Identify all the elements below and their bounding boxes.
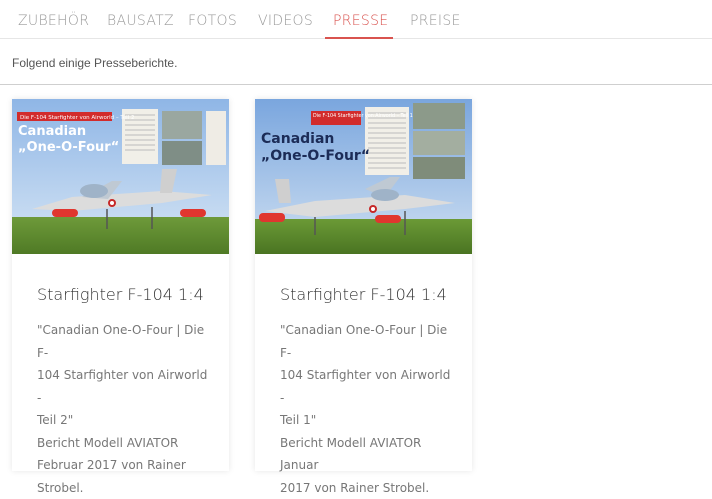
press-thumbnail[interactable]: Die F-104 Starfighter von Airworld – Tei… xyxy=(12,99,229,254)
tab-videos[interactable]: VIDEOS xyxy=(258,13,313,29)
active-tab-indicator xyxy=(325,37,393,39)
tab-zubehoer[interactable]: ZUBEHÖR xyxy=(18,13,89,29)
press-thumbnail[interactable]: Die F-104 Starfighter von Airworld – Tei… xyxy=(255,99,472,254)
press-title[interactable]: Starfighter F-104 1:4 xyxy=(280,285,447,304)
press-title[interactable]: Starfighter F-104 1:4 xyxy=(37,285,204,304)
svg-text:„One-O-Four“: „One-O-Four“ xyxy=(18,140,119,155)
svg-text:„One-O-Four“: „One-O-Four“ xyxy=(261,148,370,164)
magazine-page-image: Die F-104 Starfighter von Airworld – Tei… xyxy=(12,99,229,254)
svg-text:Die F-104 Starfighter von Airw: Die F-104 Starfighter von Airworld – Tei… xyxy=(20,115,134,121)
intro-text: Folgend einige Presseberichte. xyxy=(12,56,178,70)
tab-fotos[interactable]: FOTOS xyxy=(188,13,237,29)
magazine-page-image: Die F-104 Starfighter von Airworld – Tei… xyxy=(255,99,472,254)
tab-bausatz[interactable]: BAUSATZ xyxy=(107,13,174,29)
divider xyxy=(0,84,712,85)
svg-text:Canadian: Canadian xyxy=(261,131,334,147)
press-card[interactable]: Die F-104 Starfighter von Airworld – Tei… xyxy=(12,99,229,495)
tab-preise[interactable]: PREISE xyxy=(410,13,461,29)
tab-presse[interactable]: PRESSE xyxy=(333,13,388,29)
tab-bar: ZUBEHÖR BAUSATZ FOTOS VIDEOS PRESSE PREI… xyxy=(0,0,712,39)
svg-text:Canadian: Canadian xyxy=(18,124,86,139)
press-card[interactable]: Die F-104 Starfighter von Airworld – Tei… xyxy=(255,99,472,495)
press-description: "Canadian One-O-Four | Die F- 104 Starfi… xyxy=(37,323,208,495)
svg-text:Die F-104 Starfighter von Airw: Die F-104 Starfighter von Airworld – Tei… xyxy=(313,113,413,119)
press-description: "Canadian One-O-Four | Die F- 104 Starfi… xyxy=(280,323,451,495)
